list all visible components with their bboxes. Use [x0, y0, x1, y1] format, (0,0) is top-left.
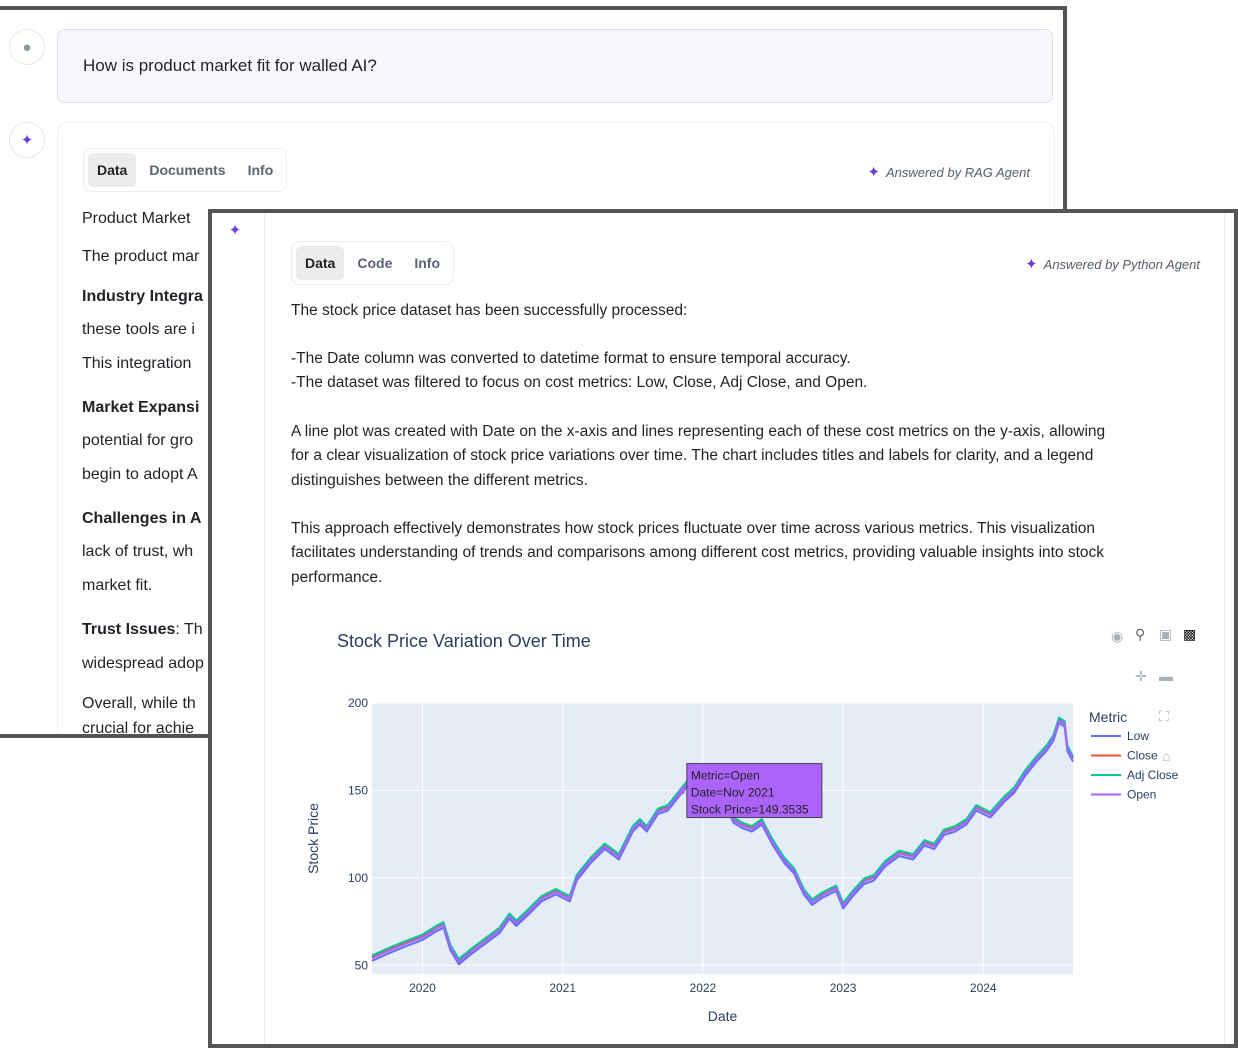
user-question: How is product market fit for walled AI? [57, 29, 1053, 103]
hover-point [678, 788, 685, 795]
assistant-avatar: ✦ [218, 213, 252, 247]
sparkle-icon: ✦ [228, 222, 242, 239]
paragraph-line: A line plot was created with Date on the… [291, 423, 1106, 440]
answer-line: The product mar [82, 248, 199, 266]
y-tick-label: 150 [348, 783, 368, 797]
answer-text: Product Market [82, 210, 191, 227]
answer-text: potential for gro [82, 432, 194, 449]
x-tick-label: 2021 [549, 981, 576, 995]
y-tick-label: 100 [348, 871, 368, 885]
answer-heading: Market Expansi [82, 399, 200, 416]
user-icon: ● [22, 38, 32, 56]
answer-text: crucial for achie [82, 720, 195, 737]
answer-line: crucial for achie [82, 720, 195, 737]
answer-text: lack of trust, wh [82, 543, 194, 560]
answer-line: begin to adopt A [82, 466, 198, 484]
legend-item: Open [1127, 788, 1156, 802]
tooltip-line: Date=Nov 2021 [691, 786, 775, 800]
answer-text: This integration [82, 355, 192, 372]
answer-heading: Trust Issues [82, 621, 176, 638]
answer-text: : Th [175, 621, 203, 638]
answer-text: begin to adopt A [82, 466, 198, 483]
tab-data[interactable]: Data [88, 153, 137, 187]
plot-area [372, 703, 1073, 974]
paragraph-line: This approach effectively demonstrates h… [291, 520, 1096, 537]
legend-item: Low [1127, 729, 1149, 743]
answer-line: Market Expansi [82, 399, 199, 417]
x-tick-label: 2022 [690, 981, 717, 995]
x-axis-label: Date [708, 1008, 738, 1024]
answer-heading: Industry Integra [82, 288, 203, 305]
tab-info[interactable]: Info [405, 246, 449, 280]
question-text: How is product market fit for walled AI? [83, 56, 377, 75]
stock-price-chart[interactable]: 50 100 150 200 2020 2021 2022 2023 2024 Date Stock… [282, 618, 1238, 1038]
summary-paragraph: A line plot was created with Date on the… [291, 420, 1105, 493]
answer-line: Product Market [82, 210, 190, 228]
user-avatar: ● [9, 29, 45, 65]
paragraph-line: -The dataset was filtered to focus on co… [291, 374, 868, 392]
python-agent-label: ✦ Answered by Python Agent [1025, 256, 1200, 273]
rag-tabs: Data Documents Info [83, 148, 288, 192]
answer-text: market fit. [82, 577, 153, 594]
answer-line: Challenges in A [82, 510, 201, 528]
summary-paragraph: -The Date column was converted to dateti… [291, 347, 867, 396]
answer-line: lack of trust, wh [82, 543, 193, 561]
answer-line: these tools are i [82, 321, 195, 339]
assistant-avatar: ✦ [9, 122, 45, 158]
answer-line: widespread adop [82, 655, 204, 673]
python-agent-window: ✦ Data Code Info ✦ Answered by Python Ag… [208, 209, 1238, 1048]
paragraph-line: for a clear visualization of stock price… [291, 447, 1094, 465]
answer-text: Overall, while th [82, 695, 196, 712]
tooltip-line: Stock Price=149.3535 [691, 803, 809, 817]
paragraph-line: distinguishes between the different metr… [291, 471, 588, 489]
rag-agent-label: ✦ Answered by RAG Agent [867, 164, 1030, 181]
paragraph-line: performance. [291, 568, 383, 586]
sparkle-icon: ✦ [20, 132, 34, 149]
answer-line: potential for gro [82, 432, 193, 450]
answer-line: Overall, while th [82, 695, 196, 713]
summary-paragraph: This approach effectively demonstrates h… [291, 517, 1104, 590]
tab-code[interactable]: Code [348, 246, 401, 280]
legend-title: Metric [1089, 709, 1127, 725]
answer-line: market fit. [82, 577, 152, 595]
x-tick-label: 2023 [830, 981, 857, 995]
legend-item: Adj Close [1127, 768, 1179, 782]
sparkle-icon: ✦ [1025, 256, 1038, 273]
paragraph-line: The stock price dataset has been success… [291, 302, 688, 319]
paragraph-line: facilitates understanding of trends and … [291, 544, 1105, 562]
answer-line: This integration [82, 355, 191, 373]
tooltip-line: Metric=Open [691, 769, 760, 783]
y-tick-label: 200 [348, 696, 368, 710]
x-tick-label: 2020 [409, 981, 436, 995]
y-tick-label: 50 [355, 958, 369, 972]
y-axis-label: Stock Price [305, 803, 321, 874]
answer-text: widespread adop [82, 655, 204, 672]
python-tabs: Data Code Info [291, 241, 455, 285]
summary-paragraph: The stock price dataset has been success… [291, 299, 687, 323]
answer-heading: Challenges in A [82, 510, 202, 527]
sparkle-icon: ✦ [867, 164, 880, 181]
tab-info[interactable]: Info [239, 153, 283, 187]
legend-item: Close [1127, 749, 1158, 763]
tab-data[interactable]: Data [296, 246, 345, 280]
answer-text: these tools are i [82, 321, 195, 338]
answer-line: Industry Integra [82, 288, 203, 306]
answer-line: Trust Issues: Th [82, 621, 203, 639]
answer-text: The product mar [82, 248, 200, 265]
tab-documents[interactable]: Documents [140, 153, 234, 187]
paragraph-line: -The Date column was converted to dateti… [291, 350, 851, 367]
x-tick-label: 2024 [970, 981, 997, 995]
